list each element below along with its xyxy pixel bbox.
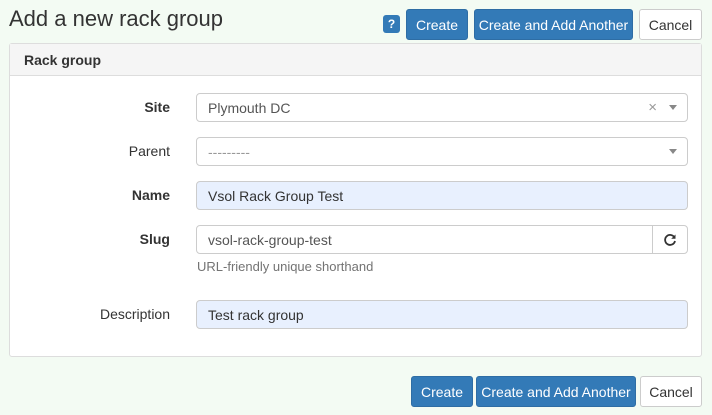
parent-select[interactable]: ---------: [196, 137, 688, 166]
parent-select-placeholder: ---------: [208, 143, 250, 160]
name-label: Name: [131, 187, 170, 203]
name-input[interactable]: Vsol Rack Group Test: [196, 181, 688, 210]
chevron-down-icon: [669, 149, 677, 154]
help-button[interactable]: ?: [383, 15, 400, 33]
slug-label: Slug: [139, 231, 170, 247]
slug-help-text: URL-friendly unique shorthand: [197, 259, 374, 274]
site-select[interactable]: Plymouth DC ×: [196, 93, 688, 122]
create-button-bottom[interactable]: Create: [411, 376, 473, 407]
regenerate-slug-button[interactable]: [652, 225, 688, 254]
description-input[interactable]: Test rack group: [196, 300, 688, 329]
refresh-icon: [664, 233, 676, 246]
site-select-value: Plymouth DC: [208, 99, 291, 116]
panel-heading: Rack group: [10, 44, 701, 76]
question-icon: ?: [387, 17, 396, 31]
description-input-value: Test rack group: [208, 306, 304, 323]
create-button-top[interactable]: Create: [406, 9, 468, 40]
slug-input[interactable]: vsol-rack-group-test: [196, 225, 653, 254]
chevron-down-icon: [669, 105, 677, 110]
create-and-add-another-button-bottom[interactable]: Create and Add Another: [476, 376, 636, 407]
parent-label: Parent: [128, 143, 170, 159]
name-input-value: Vsol Rack Group Test: [208, 187, 344, 204]
clear-icon[interactable]: ×: [648, 99, 657, 116]
site-label: Site: [144, 99, 170, 115]
cancel-button-top[interactable]: Cancel: [639, 9, 702, 40]
description-label: Description: [99, 306, 170, 322]
slug-input-value: vsol-rack-group-test: [208, 231, 332, 248]
create-and-add-another-button-top[interactable]: Create and Add Another: [474, 9, 633, 40]
cancel-button-bottom[interactable]: Cancel: [640, 376, 702, 407]
page-title: Add a new rack group: [9, 6, 224, 31]
